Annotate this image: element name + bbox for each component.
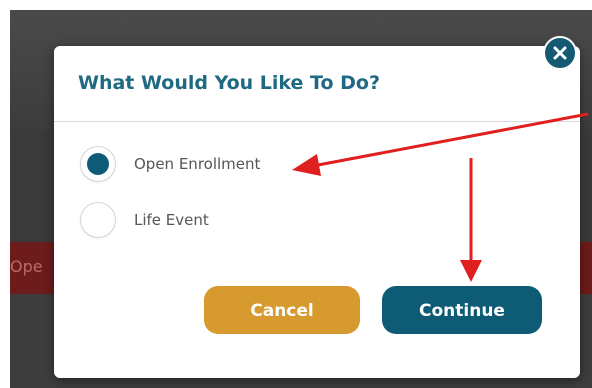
option-open-enrollment[interactable]: Open Enrollment — [80, 144, 260, 184]
dialog-divider — [54, 121, 580, 122]
backdrop-banner-text: Ope — [10, 257, 43, 276]
choice-dialog: What Would You Like To Do? Open Enrollme… — [54, 46, 580, 378]
continue-button[interactable]: Continue — [382, 286, 542, 334]
cancel-button[interactable]: Cancel — [204, 286, 360, 334]
option-label-life-event: Life Event — [134, 211, 209, 229]
dialog-title: What Would You Like To Do? — [78, 72, 380, 94]
option-life-event[interactable]: Life Event — [80, 200, 209, 240]
radio-life-event[interactable] — [80, 202, 116, 238]
option-label-open-enrollment: Open Enrollment — [134, 155, 261, 173]
radio-open-enrollment[interactable] — [80, 146, 116, 182]
close-icon — [553, 46, 567, 60]
close-button[interactable] — [543, 36, 577, 70]
